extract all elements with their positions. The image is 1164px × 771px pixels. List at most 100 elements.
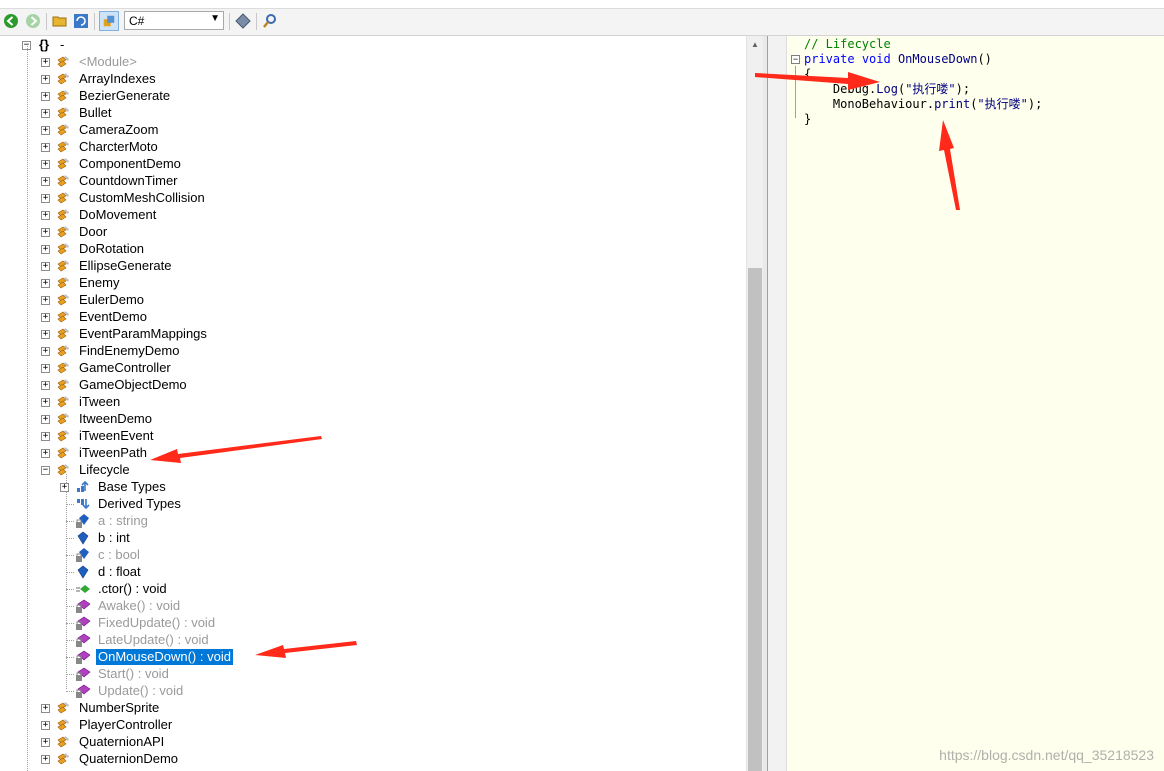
expand-icon[interactable]: + bbox=[41, 279, 50, 288]
class-node[interactable]: + iTweenPath bbox=[0, 445, 740, 462]
expand-icon[interactable]: + bbox=[41, 432, 50, 441]
class-node[interactable]: + EulerDemo bbox=[0, 292, 740, 309]
class-node[interactable]: + <Module> bbox=[0, 54, 740, 71]
member-node[interactable]: .ctor() : void bbox=[0, 581, 740, 598]
namespace-node[interactable]: −{} - bbox=[0, 37, 740, 54]
class-label: ComponentDemo bbox=[79, 156, 181, 171]
member-label: Update() : void bbox=[98, 683, 184, 698]
scrollbar-thumb[interactable] bbox=[748, 268, 762, 771]
expand-icon[interactable]: + bbox=[41, 330, 50, 339]
class-node[interactable]: + NumberSprite bbox=[0, 700, 740, 717]
assembly-tree[interactable]: −{} - + <Module> + ArrayIndexes + BezierGenerat… bbox=[0, 36, 746, 771]
class-node[interactable]: + Door bbox=[0, 224, 740, 241]
scroll-up-icon[interactable]: ▲ bbox=[751, 40, 759, 49]
expand-icon[interactable]: + bbox=[60, 483, 69, 492]
class-node[interactable]: + CameraZoom bbox=[0, 122, 740, 139]
expand-icon[interactable]: + bbox=[41, 755, 50, 764]
expand-icon[interactable]: + bbox=[41, 449, 50, 458]
forward-icon[interactable] bbox=[24, 12, 42, 30]
expand-icon[interactable]: + bbox=[41, 398, 50, 407]
language-icon[interactable] bbox=[234, 12, 252, 30]
class-node[interactable]: + GameController bbox=[0, 360, 740, 377]
member-node[interactable]: FixedUpdate() : void bbox=[0, 615, 740, 632]
expand-icon[interactable]: + bbox=[41, 109, 50, 118]
class-node[interactable]: + CustomMeshCollision bbox=[0, 190, 740, 207]
class-node[interactable]: + iTweenEvent bbox=[0, 428, 740, 445]
expand-icon[interactable]: + bbox=[41, 313, 50, 322]
class-label: CameraZoom bbox=[79, 122, 159, 137]
expand-icon[interactable]: + bbox=[41, 262, 50, 271]
class-node[interactable]: + Bullet bbox=[0, 105, 740, 122]
expand-icon[interactable]: + bbox=[41, 415, 50, 424]
open-icon[interactable] bbox=[51, 12, 69, 30]
tree-scrollbar[interactable]: ▲ bbox=[746, 36, 763, 771]
class-node[interactable]: + DoMovement bbox=[0, 207, 740, 224]
class-node[interactable]: + EventDemo bbox=[0, 309, 740, 326]
class-node[interactable]: + EllipseGenerate bbox=[0, 258, 740, 275]
expand-icon[interactable]: + bbox=[41, 228, 50, 237]
member-node[interactable]: b : int bbox=[0, 530, 740, 547]
expand-icon[interactable]: + bbox=[41, 143, 50, 152]
member-node[interactable]: Start() : void bbox=[0, 666, 740, 683]
refresh-icon[interactable] bbox=[72, 12, 90, 30]
class-node[interactable]: + DoRotation bbox=[0, 241, 740, 258]
class-node[interactable]: + PlayerController bbox=[0, 717, 740, 734]
class-node[interactable]: + CountdownTimer bbox=[0, 173, 740, 190]
expand-icon[interactable]: + bbox=[41, 75, 50, 84]
expand-icon[interactable]: + bbox=[41, 381, 50, 390]
expand-icon[interactable]: + bbox=[41, 194, 50, 203]
expand-icon[interactable]: + bbox=[41, 704, 50, 713]
member-node[interactable]: c : bool bbox=[0, 547, 740, 564]
search-icon[interactable] bbox=[261, 12, 279, 30]
print-call[interactable]: print bbox=[934, 97, 970, 111]
log-call[interactable]: Log bbox=[876, 82, 898, 96]
collapse-icon[interactable]: − bbox=[791, 55, 800, 64]
member-node[interactable]: LateUpdate() : void bbox=[0, 632, 740, 649]
class-node[interactable]: + CharcterMoto bbox=[0, 139, 740, 156]
member-node[interactable]: Awake() : void bbox=[0, 598, 740, 615]
expand-icon[interactable]: + bbox=[41, 211, 50, 220]
class-label: NumberSprite bbox=[79, 700, 160, 715]
expand-icon[interactable]: + bbox=[41, 721, 50, 730]
expand-icon[interactable]: + bbox=[41, 347, 50, 356]
member-node[interactable]: d : float bbox=[0, 564, 740, 581]
expand-icon[interactable]: + bbox=[41, 92, 50, 101]
debug-class[interactable]: Debug. bbox=[833, 82, 876, 96]
expand-icon[interactable]: + bbox=[41, 245, 50, 254]
expand-icon[interactable]: + bbox=[41, 738, 50, 747]
member-node[interactable]: a : string bbox=[0, 513, 740, 530]
code-pane[interactable]: // Lifecycle − private void OnMouseDown(… bbox=[767, 36, 1164, 771]
class-node[interactable]: + GameObjectDemo bbox=[0, 377, 740, 394]
method-name[interactable]: OnMouseDown bbox=[898, 52, 977, 66]
expand-icon[interactable]: + bbox=[41, 296, 50, 305]
class-node[interactable]: + Enemy bbox=[0, 275, 740, 292]
class-label: <Module> bbox=[79, 54, 137, 69]
class-node[interactable]: + FindEnemyDemo bbox=[0, 343, 740, 360]
class-node[interactable]: + EventParamMappings bbox=[0, 326, 740, 343]
expand-icon[interactable]: + bbox=[41, 177, 50, 186]
member-node[interactable]: Update() : void bbox=[0, 683, 740, 700]
expand-icon[interactable]: + bbox=[41, 126, 50, 135]
expand-icon[interactable]: + bbox=[41, 58, 50, 67]
class-node[interactable]: + ItweenDemo bbox=[0, 411, 740, 428]
back-icon[interactable] bbox=[2, 12, 20, 30]
class-node-lifecycle[interactable]: − Lifecycle bbox=[0, 462, 740, 479]
member-node[interactable]: + Base Types bbox=[0, 479, 740, 496]
class-node[interactable]: + iTween bbox=[0, 394, 740, 411]
expand-icon[interactable]: + bbox=[41, 364, 50, 373]
language-select[interactable]: C# ▼ bbox=[124, 11, 224, 30]
expand-icon[interactable]: + bbox=[41, 160, 50, 169]
class-node[interactable]: + ComponentDemo bbox=[0, 156, 740, 173]
member-node-selected[interactable]: OnMouseDown() : void bbox=[0, 649, 740, 666]
class-label: GameController bbox=[79, 360, 171, 375]
compile-icon[interactable] bbox=[99, 11, 119, 31]
class-node[interactable]: + QuaternionDemo bbox=[0, 751, 740, 768]
monobehaviour-class[interactable]: MonoBehaviour. bbox=[833, 97, 934, 111]
member-node[interactable]: Derived Types bbox=[0, 496, 740, 513]
class-node[interactable]: + BezierGenerate bbox=[0, 88, 740, 105]
class-node[interactable]: + ArrayIndexes bbox=[0, 71, 740, 88]
collapse-icon[interactable]: − bbox=[41, 466, 50, 475]
derived-types-icon bbox=[75, 496, 91, 512]
class-node[interactable]: + QuaternionAPI bbox=[0, 734, 740, 751]
private-method-icon bbox=[75, 683, 91, 699]
